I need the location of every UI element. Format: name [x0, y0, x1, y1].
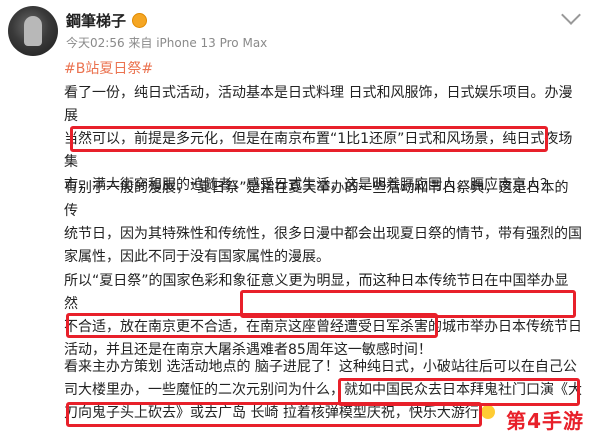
chevron-down-icon[interactable] [561, 5, 581, 25]
post-meta: 今天02:56 来自 iPhone 13 Pro Max [66, 36, 268, 50]
hashtag-link[interactable]: #B站夏日祭# [64, 58, 582, 80]
highlight-box-3 [66, 313, 438, 338]
verified-badge-icon [132, 13, 148, 28]
author-name[interactable]: 鋼筆梯子 [66, 10, 126, 31]
emoji-icon [480, 405, 495, 419]
highlight-box-1 [70, 126, 548, 152]
post-body: #B站夏日祭# [64, 58, 582, 80]
post-paragraph-2: 有别于一般的漫展，“夏日祭”是指在夏天举办的一些活动和节日祭典，这是日本的传 统… [64, 180, 582, 265]
highlight-box-5 [66, 402, 482, 427]
post-header: 鋼筆梯子 今天02:56 来自 iPhone 13 Pro Max [0, 0, 594, 58]
avatar[interactable] [8, 6, 58, 56]
watermark-logo: 第4手游 [506, 409, 584, 433]
author-name-row: 鋼筆梯子 [66, 10, 148, 31]
